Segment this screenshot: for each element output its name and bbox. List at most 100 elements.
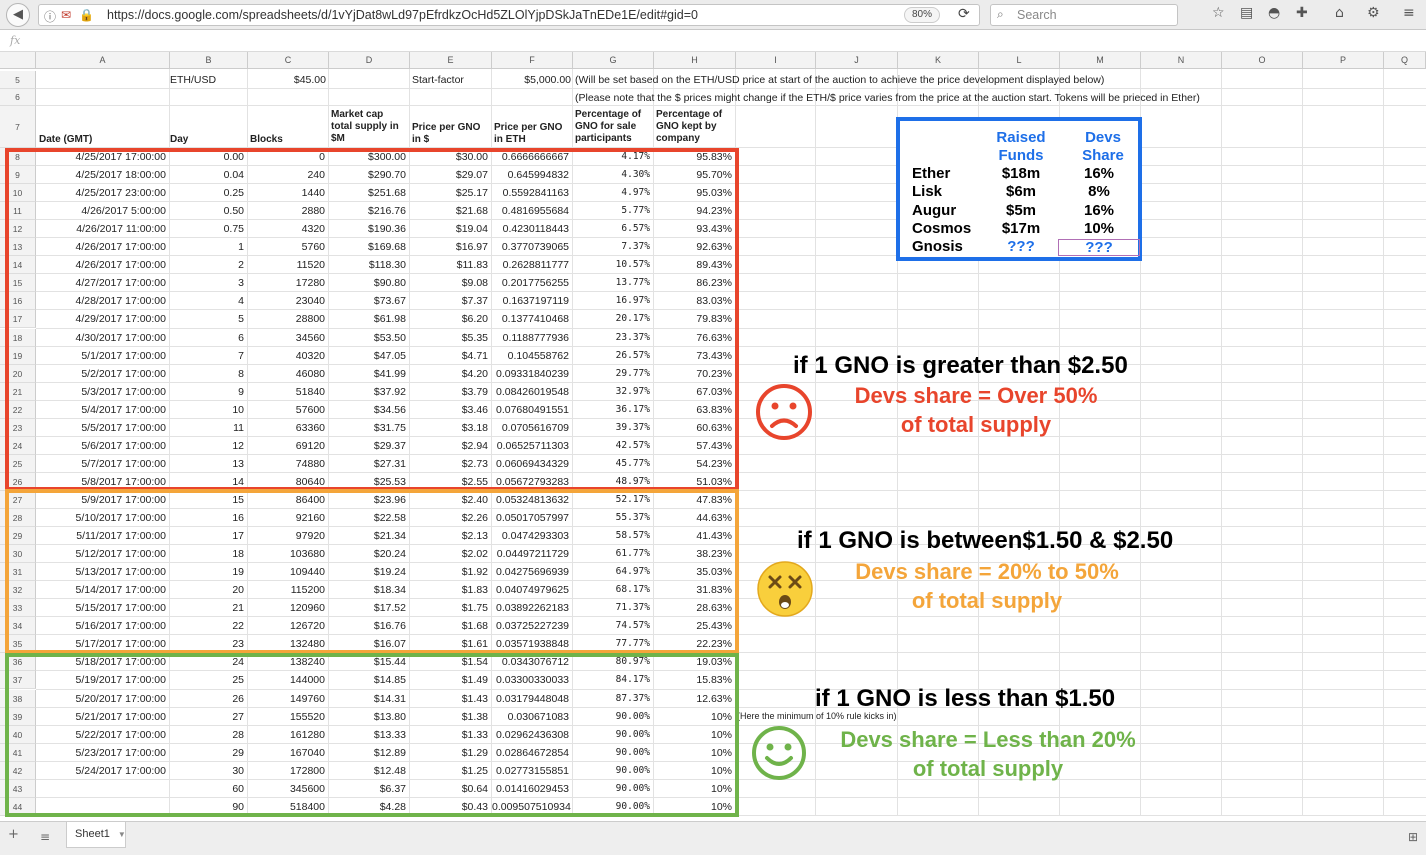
cell-date[interactable]: 5/7/2017 17:00:00 xyxy=(36,455,166,473)
cell-blocks[interactable]: 23040 xyxy=(248,292,325,310)
cell-day[interactable]: 2 xyxy=(170,256,244,274)
row-header[interactable]: 22 xyxy=(0,400,36,419)
cell-date[interactable]: 4/26/2017 17:00:00 xyxy=(36,238,166,256)
cell-sale[interactable]: 71.37% xyxy=(573,599,650,617)
cell-blocks[interactable]: 518400 xyxy=(248,798,325,816)
cell-date[interactable]: 5/3/2017 17:00:00 xyxy=(36,383,166,401)
cell-kept[interactable]: 89.43% xyxy=(654,256,732,274)
header-date[interactable]: Date (GMT) xyxy=(39,134,92,146)
cell-sale[interactable]: 42.57% xyxy=(573,437,650,455)
cell-usd[interactable]: $6.20 xyxy=(410,310,488,328)
cell-blocks[interactable]: 132480 xyxy=(248,635,325,653)
cell-kept[interactable]: 12.63% xyxy=(654,690,732,708)
cell-eth[interactable]: 0.06069434329 xyxy=(492,455,569,473)
cell-day[interactable]: 14 xyxy=(170,473,244,491)
menu-icon[interactable]: ≡ xyxy=(1403,5,1415,21)
cell-blocks[interactable]: 240 xyxy=(248,166,325,184)
cell-mcap[interactable]: $29.37 xyxy=(329,437,406,455)
cell-date[interactable]: 5/4/2017 17:00:00 xyxy=(36,401,166,419)
cell-date[interactable]: 5/22/2017 17:00:00 xyxy=(36,726,166,744)
cell-usd[interactable]: $21.68 xyxy=(410,202,488,220)
cell-mcap[interactable]: $31.75 xyxy=(329,419,406,437)
cell-mcap[interactable]: $118.30 xyxy=(329,256,406,274)
cell-usd[interactable]: $1.54 xyxy=(410,653,488,671)
cell-usd[interactable]: $4.71 xyxy=(410,347,488,365)
cell-day[interactable]: 28 xyxy=(170,726,244,744)
cell-blocks[interactable]: 172800 xyxy=(248,762,325,780)
start-factor-value[interactable]: $5,000.00 xyxy=(492,71,571,89)
cell-kept[interactable]: 57.43% xyxy=(654,437,732,455)
cell-sale[interactable]: 39.37% xyxy=(573,419,650,437)
cell-eth[interactable]: 0.104558762 xyxy=(492,347,569,365)
column-header-f[interactable]: F xyxy=(492,52,573,69)
cell-sale[interactable]: 32.97% xyxy=(573,383,650,401)
cell-mcap[interactable]: $23.96 xyxy=(329,491,406,509)
cell-sale[interactable]: 29.77% xyxy=(573,365,650,383)
row-header[interactable]: 38 xyxy=(0,689,36,708)
cell-usd[interactable]: $1.68 xyxy=(410,617,488,635)
cell-eth[interactable]: 0.2628811777 xyxy=(492,256,569,274)
cell-kept[interactable]: 38.23% xyxy=(654,545,732,563)
cell-eth[interactable]: 0.04074979625 xyxy=(492,581,569,599)
start-factor-label[interactable]: Start-factor xyxy=(412,71,464,89)
cell-usd[interactable]: $7.37 xyxy=(410,292,488,310)
cell-mcap[interactable]: $61.98 xyxy=(329,310,406,328)
column-header-g[interactable]: G xyxy=(573,52,654,69)
cell-blocks[interactable]: 115200 xyxy=(248,581,325,599)
cell-mcap[interactable]: $16.76 xyxy=(329,617,406,635)
cell-blocks[interactable]: 17280 xyxy=(248,274,325,292)
row-header[interactable]: 36 xyxy=(0,653,36,672)
eth-usd-value[interactable]: $45.00 xyxy=(248,71,326,89)
cell-day[interactable]: 7 xyxy=(170,347,244,365)
cell-date[interactable]: 5/23/2017 17:00:00 xyxy=(36,744,166,762)
cell-eth[interactable]: 0.06525711303 xyxy=(492,437,569,455)
cell-kept[interactable]: 28.63% xyxy=(654,599,732,617)
cell-sale[interactable]: 23.37% xyxy=(573,329,650,347)
header-market-cap[interactable]: Market cap total supply in $M xyxy=(331,109,399,145)
cell-day[interactable]: 0.00 xyxy=(170,148,244,166)
cell-kept[interactable]: 35.03% xyxy=(654,563,732,581)
row6-note[interactable]: (Please note that the $ prices might cha… xyxy=(575,89,1200,107)
cell-blocks[interactable]: 69120 xyxy=(248,437,325,455)
cell-sale[interactable]: 90.00% xyxy=(573,708,650,726)
formula-bar[interactable]: fx xyxy=(0,31,1426,52)
cell-blocks[interactable]: 126720 xyxy=(248,617,325,635)
cell-eth[interactable]: 0.3770739065 xyxy=(492,238,569,256)
cell-day[interactable]: 24 xyxy=(170,653,244,671)
row-header[interactable]: 8 xyxy=(0,148,36,167)
cell-mcap[interactable]: $19.24 xyxy=(329,563,406,581)
home-icon[interactable]: ⌂ xyxy=(1335,5,1344,21)
cell-kept[interactable]: 15.83% xyxy=(654,671,732,689)
cell-date[interactable]: 5/16/2017 17:00:00 xyxy=(36,617,166,635)
cell-mcap[interactable]: $169.68 xyxy=(329,238,406,256)
cell-eth[interactable]: 0.03179448048 xyxy=(492,690,569,708)
cell-usd[interactable]: $11.83 xyxy=(410,256,488,274)
cell-day[interactable]: 5 xyxy=(170,310,244,328)
cell-day[interactable]: 9 xyxy=(170,383,244,401)
cell-mcap[interactable]: $22.58 xyxy=(329,509,406,527)
cell-usd[interactable]: $2.73 xyxy=(410,455,488,473)
cell-date[interactable]: 5/13/2017 17:00:00 xyxy=(36,563,166,581)
cell-mcap[interactable]: $6.37 xyxy=(329,780,406,798)
cell-eth[interactable]: 0.08426019548 xyxy=(492,383,569,401)
cell-blocks[interactable]: 34560 xyxy=(248,329,325,347)
row-header[interactable]: 35 xyxy=(0,635,36,654)
cell-eth[interactable]: 0.030671083 xyxy=(492,708,569,726)
cell-mcap[interactable]: $18.34 xyxy=(329,581,406,599)
cell-mcap[interactable]: $4.28 xyxy=(329,798,406,816)
column-header-d[interactable]: D xyxy=(329,52,410,69)
cell-eth[interactable]: 0.02773155851 xyxy=(492,762,569,780)
cell-day[interactable]: 0.25 xyxy=(170,184,244,202)
settings-gear-icon[interactable]: ⚙ xyxy=(1367,5,1380,21)
cell-date[interactable]: 5/5/2017 17:00:00 xyxy=(36,419,166,437)
cell-kept[interactable]: 70.23% xyxy=(654,365,732,383)
cell-eth[interactable]: 0.0343076712 xyxy=(492,653,569,671)
cell-blocks[interactable]: 92160 xyxy=(248,509,325,527)
cell-date[interactable]: 5/18/2017 17:00:00 xyxy=(36,653,166,671)
cell-kept[interactable]: 86.23% xyxy=(654,274,732,292)
corner-cell[interactable] xyxy=(0,52,36,69)
cell-day[interactable]: 10 xyxy=(170,401,244,419)
column-header-b[interactable]: B xyxy=(170,52,248,69)
cell-mcap[interactable]: $27.31 xyxy=(329,455,406,473)
cell-sale[interactable]: 64.97% xyxy=(573,563,650,581)
